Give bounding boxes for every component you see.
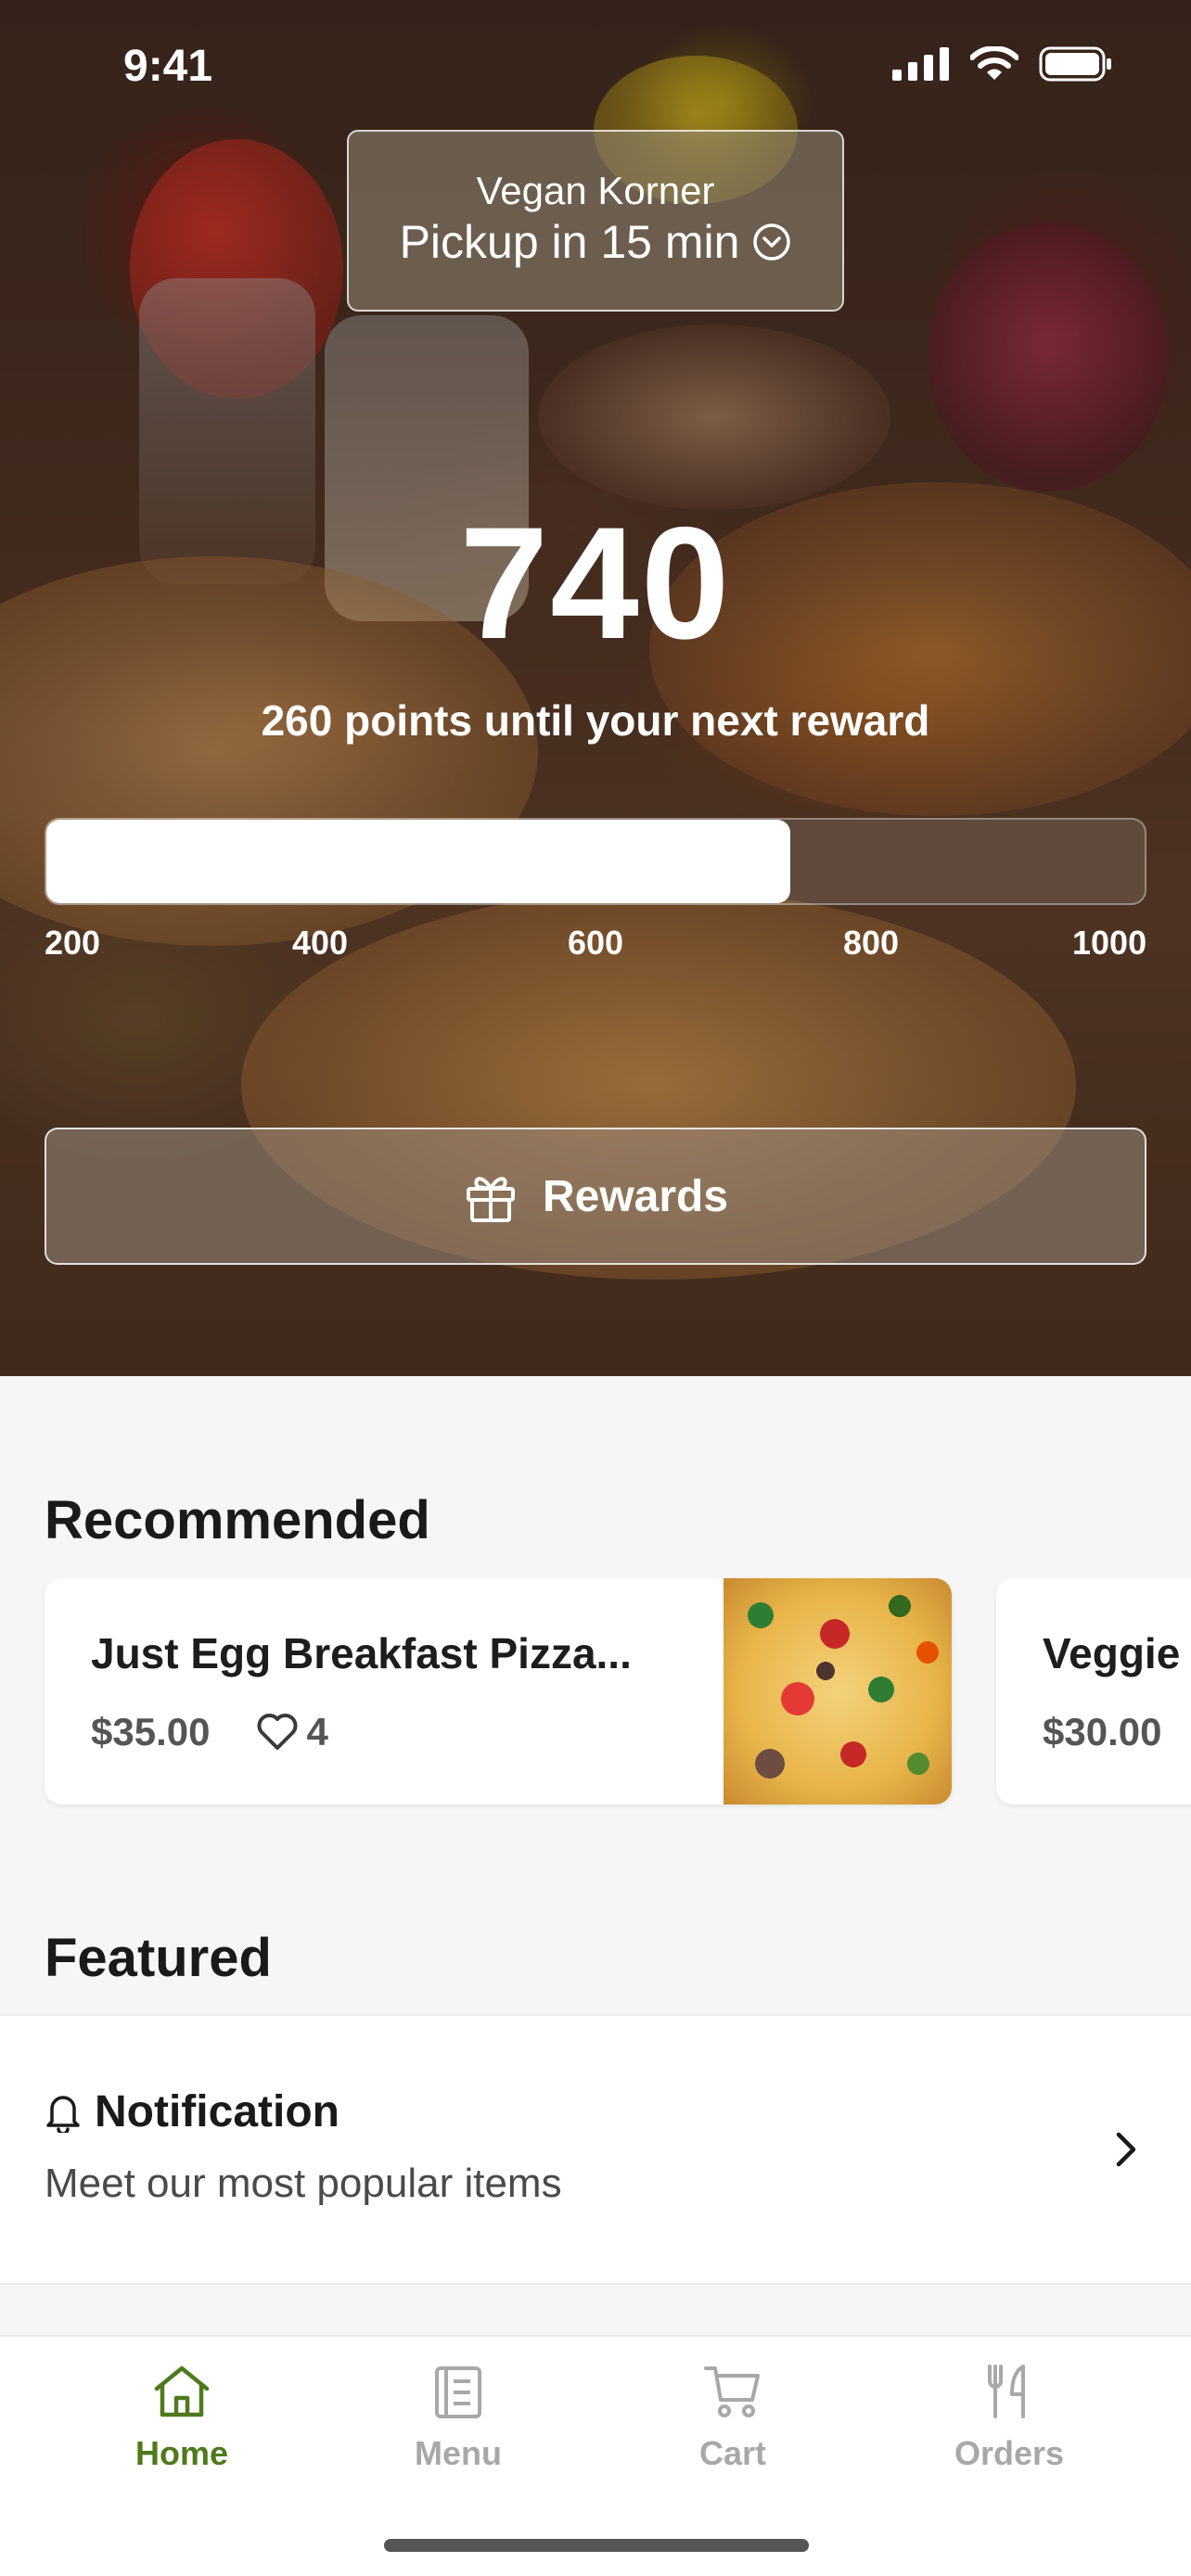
home-indicator bbox=[384, 2539, 809, 2552]
home-icon bbox=[154, 2366, 210, 2417]
app-screen: 9:41 Vegan Korner Pickup in 15 min 740 2… bbox=[0, 0, 1191, 2576]
progress-tick-label: 600 bbox=[568, 924, 624, 962]
notification-row[interactable]: Notification Meet our most popular items bbox=[0, 2014, 1191, 2285]
signal-icon bbox=[892, 47, 949, 81]
item-name: Just Egg Breakfast Pizza... bbox=[91, 1629, 632, 1677]
progress-tick-label: 1000 bbox=[1072, 924, 1147, 962]
tab-label: Orders bbox=[954, 2434, 1065, 2472]
item-image bbox=[724, 1578, 952, 1804]
progress-tick-label: 400 bbox=[292, 924, 349, 962]
notification-description: Meet our most popular items bbox=[45, 2161, 562, 2206]
tab-cart[interactable]: Cart bbox=[640, 2363, 826, 2473]
tab-orders[interactable]: Orders bbox=[916, 2363, 1102, 2473]
like-count: 4 bbox=[306, 1710, 328, 1753]
progress-tick-label: 800 bbox=[843, 924, 900, 962]
chevron-right-icon bbox=[1116, 2132, 1136, 2167]
points-balance: 740 bbox=[459, 494, 732, 672]
battery-icon bbox=[1039, 46, 1111, 82]
status-time: 9:41 bbox=[123, 42, 213, 91]
chevron-circle-down-icon bbox=[753, 223, 791, 261]
store-selector[interactable]: Vegan Korner Pickup in 15 min bbox=[347, 130, 844, 312]
gift-icon bbox=[466, 1177, 515, 1222]
item-name: Veggie bbox=[1043, 1629, 1181, 1677]
featured-title: Featured bbox=[45, 1928, 272, 1988]
tab-label: Cart bbox=[698, 2434, 767, 2472]
orders-icon bbox=[988, 2365, 1025, 2418]
item-price: $35.00 bbox=[91, 1710, 211, 1753]
rewards-label: Rewards bbox=[542, 1171, 729, 1221]
progress-tick-label: 200 bbox=[45, 924, 101, 962]
notification-title: Notification bbox=[95, 2087, 339, 2136]
points-until-reward: 260 points until your next reward bbox=[261, 696, 930, 745]
tab-label: Home bbox=[134, 2434, 229, 2472]
menu-icon bbox=[435, 2366, 481, 2418]
bell-icon bbox=[46, 2095, 80, 2133]
pickup-time: Pickup in 15 min bbox=[399, 216, 740, 268]
tab-menu[interactable]: Menu bbox=[365, 2363, 551, 2473]
rewards-button[interactable]: Rewards bbox=[45, 1128, 1146, 1265]
tab-label: Menu bbox=[415, 2434, 502, 2472]
heart-icon[interactable] bbox=[256, 1713, 299, 1752]
points-progress-bar bbox=[45, 818, 1146, 905]
recommended-card[interactable]: Veggie $30.00 bbox=[996, 1578, 1191, 1804]
wifi-icon bbox=[970, 46, 1018, 80]
cart-icon bbox=[704, 2366, 760, 2417]
item-price: $30.00 bbox=[1043, 1710, 1162, 1753]
tab-home[interactable]: Home bbox=[89, 2363, 275, 2473]
recommended-title: Recommended bbox=[45, 1490, 430, 1550]
status-icons bbox=[892, 46, 1113, 82]
store-name: Vegan Korner bbox=[476, 169, 715, 212]
recommended-card[interactable]: Just Egg Breakfast Pizza... $35.00 4 bbox=[45, 1578, 952, 1804]
progress-tick-labels: 200 400 600 800 1000 bbox=[45, 924, 1147, 962]
points-progress-fill bbox=[46, 820, 790, 903]
hero-banner: 9:41 Vegan Korner Pickup in 15 min 740 2… bbox=[0, 0, 1191, 1376]
